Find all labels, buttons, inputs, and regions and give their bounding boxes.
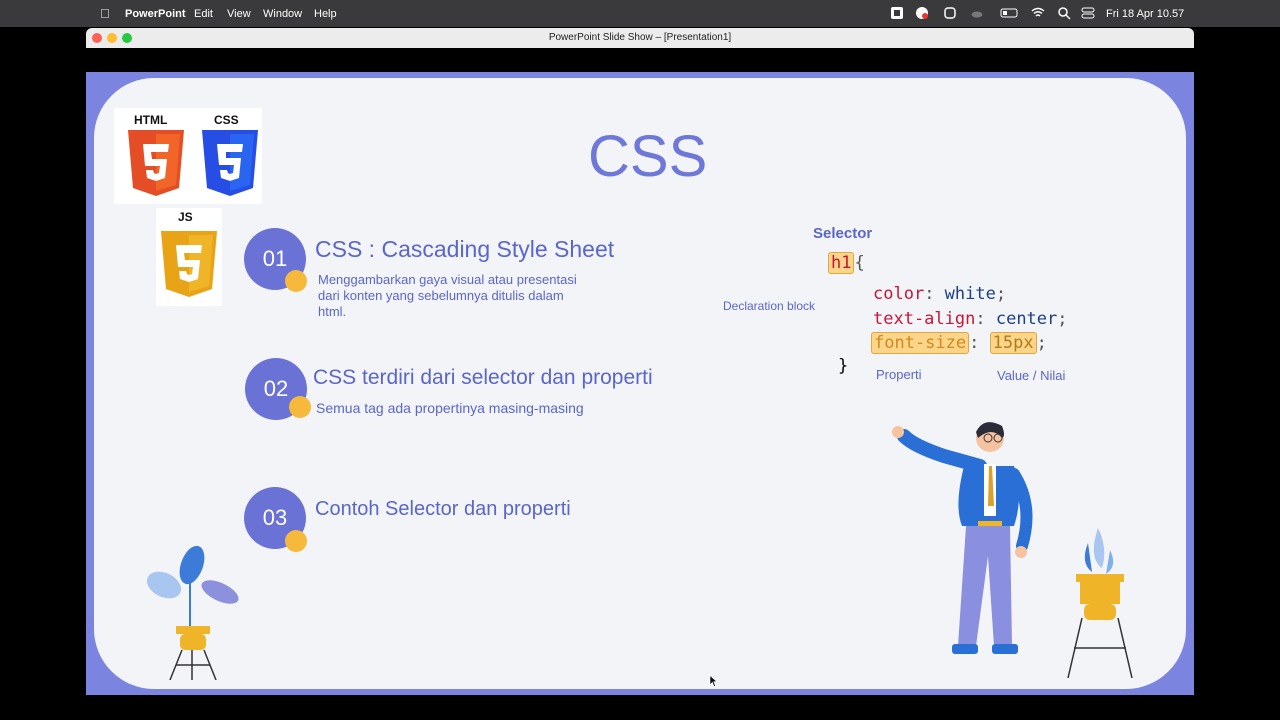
point-desc-line: dari konten yang sebelumnya ditulis dala… (318, 288, 564, 303)
slideshow-window: PowerPoint Slide Show – [Presentation1] … (86, 28, 1194, 720)
code-property: text-align (873, 309, 976, 329)
record-icon[interactable] (915, 6, 929, 20)
person-pointing-illustration (892, 422, 1033, 654)
point-dot (289, 396, 311, 418)
code-value-highlight: 15px (989, 332, 1037, 354)
point-title-01: CSS : Cascading Style Sheet (315, 236, 615, 262)
menu-window[interactable]: Window (263, 8, 302, 20)
menu-bar:  PowerPoint Edit View Window Help Fri 1… (0, 0, 1280, 27)
plant-illustration (146, 545, 239, 680)
mouse-cursor-icon (709, 674, 719, 688)
annotation-property: Properti (876, 367, 922, 382)
code-value: center (995, 309, 1058, 329)
control-center-icon[interactable] (1081, 6, 1095, 20)
code-open-brace: { (854, 253, 865, 273)
css3-shield-icon (202, 130, 258, 196)
battery-icon[interactable] (1000, 6, 1020, 20)
annotation-selector: Selector (813, 225, 873, 242)
point-dot (285, 270, 307, 292)
point-desc-line: html. (318, 304, 347, 319)
menu-edit[interactable]: Edit (194, 8, 213, 20)
js-shield-icon (161, 231, 217, 297)
code-property-highlight: font-size (871, 332, 970, 354)
annotation-declaration-block: Declaration block (723, 299, 816, 313)
menu-view[interactable]: View (227, 8, 251, 20)
js-logo: JS (156, 208, 222, 306)
potted-plant-illustration (1067, 528, 1133, 678)
window-titlebar: PowerPoint Slide Show – [Presentation1] (86, 28, 1194, 48)
css-logo-label: CSS (214, 113, 239, 127)
point-title-02: CSS terdiri dari selector dan properti (313, 366, 653, 389)
point-desc-line: Menggambarkan gaya visual atau presentas… (318, 272, 577, 287)
code-property: color (873, 284, 925, 304)
code-value: white (944, 284, 996, 304)
point-desc-line: Semua tag ada propertinya masing-masing (316, 400, 584, 416)
slide-title: CSS (588, 124, 708, 189)
cloud-icon[interactable] (970, 6, 984, 20)
shield-icon[interactable] (943, 6, 957, 20)
html5-shield-icon (128, 130, 184, 196)
menu-help[interactable]: Help (314, 8, 337, 20)
code-selector-line: h1{ (828, 252, 865, 274)
css-logo: CSS (198, 108, 262, 204)
screenshot-icon[interactable] (890, 6, 904, 20)
search-icon[interactable] (1057, 6, 1071, 20)
html-logo-label: HTML (134, 113, 168, 127)
app-menu[interactable]: PowerPoint (125, 8, 186, 20)
annotation-value: Value / Nilai (997, 368, 1066, 383)
code-declaration: text-align: center; (873, 309, 1068, 329)
point-desc-01: Menggambarkan gaya visual atau presentas… (318, 272, 577, 320)
point-dot (285, 530, 307, 552)
slide[interactable]: HTML CSS JS CSS 01 CSS: Cascading Style… (86, 72, 1194, 695)
point-title-03: Contoh Selector dan properti (315, 498, 571, 520)
menubar-clock[interactable]: Fri 18 Apr 10.57 (1106, 8, 1184, 20)
code-declaration: color: white; (873, 284, 1007, 304)
point-desc-02: Semua tag ada propertinya masing-masing (316, 400, 584, 416)
slide-content: HTML CSS JS CSS 01 CSS: Cascading Style… (94, 78, 1186, 689)
code-selector: h1 (828, 252, 855, 274)
wifi-icon[interactable] (1031, 6, 1045, 20)
code-close-brace: } (838, 356, 849, 376)
html-logo: HTML (114, 108, 198, 204)
js-logo-label: JS (178, 210, 193, 224)
apple-icon[interactable]:  (100, 6, 110, 21)
code-declaration: font-size: 15px; (871, 332, 1047, 354)
window-title: PowerPoint Slide Show – [Presentation1] (548, 32, 732, 43)
